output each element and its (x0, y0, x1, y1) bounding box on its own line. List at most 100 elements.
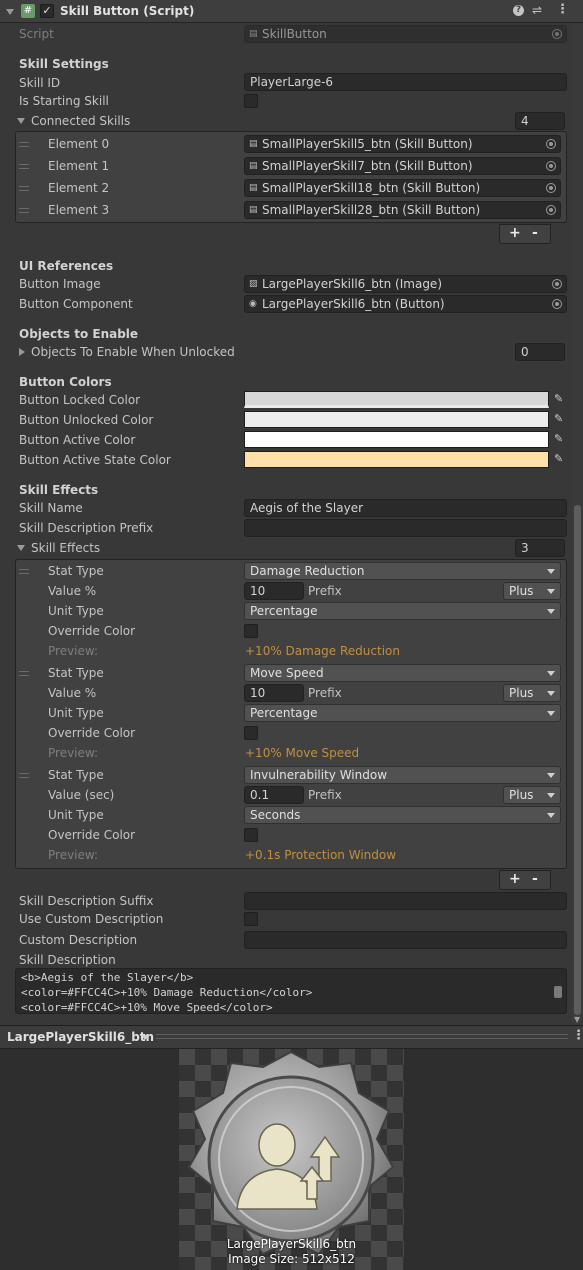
more-options-icon[interactable]: ⋮ (556, 2, 569, 17)
preview-image-size: Image Size: 512x512 (228, 1252, 355, 1266)
connected-skills-label[interactable]: Connected Skills (31, 114, 130, 128)
drag-handle-icon[interactable] (19, 569, 29, 574)
ui-references-heading: UI References (19, 259, 114, 273)
stat-type-dropdown[interactable]: Invulnerability Window (244, 766, 561, 784)
drag-handle-icon[interactable] (19, 186, 29, 191)
object-picker-icon[interactable] (552, 279, 562, 289)
custom-desc-label: Custom Description (19, 933, 138, 947)
unit-type-dropdown[interactable]: Percentage (244, 602, 561, 620)
unlocked-color-swatch[interactable] (244, 411, 549, 428)
skill-effects-size-input[interactable]: 3 (515, 539, 565, 557)
stat-type-label: Stat Type (48, 666, 104, 680)
skill-name-input[interactable]: Aegis of the Slayer (244, 499, 567, 517)
skill-id-input[interactable]: PlayerLarge-6 (244, 73, 567, 91)
preview-object-name[interactable]: LargePlayerSkill6_btn (7, 1030, 154, 1044)
override-color-checkbox[interactable] (244, 726, 258, 740)
preview-text: +10% Move Speed (245, 746, 360, 760)
element-3-field[interactable]: ▤ SmallPlayerSkill28_btn (Skill Button) (244, 201, 561, 219)
presets-icon[interactable]: ⇌ (532, 3, 542, 17)
connected-skills-foldout-icon[interactable] (17, 118, 25, 124)
element-2-field[interactable]: ▤ SmallPlayerSkill18_btn (Skill Button) (244, 179, 561, 197)
override-color-checkbox[interactable] (244, 624, 258, 638)
value-label: Value % (48, 686, 97, 700)
stat-type-dropdown[interactable]: Damage Reduction (244, 562, 561, 580)
button-component-label: Button Component (19, 297, 133, 311)
drag-handle-icon[interactable] (19, 671, 29, 676)
script-asset-icon: ▤ (249, 139, 258, 149)
active-color-swatch[interactable] (244, 431, 549, 448)
button-component-field[interactable]: ◉ LargePlayerSkill6_btn (Button) (244, 295, 567, 313)
is-starting-skill-checkbox[interactable] (244, 94, 258, 108)
eyedropper-icon[interactable]: ✎ (554, 413, 566, 425)
add-element-button[interactable]: + (509, 225, 521, 241)
textarea-scrollbar[interactable] (554, 986, 562, 998)
unit-type-label: Unit Type (48, 706, 104, 720)
locked-color-swatch[interactable] (244, 391, 549, 408)
preview-more-icon[interactable]: ⋮ (572, 1028, 583, 1043)
override-color-label: Override Color (48, 828, 136, 842)
override-color-checkbox[interactable] (244, 828, 258, 842)
unit-type-dropdown[interactable]: Seconds (244, 806, 561, 824)
objects-size-input[interactable]: 0 (515, 343, 565, 361)
unit-type-dropdown[interactable]: Percentage (244, 704, 561, 722)
button-image-field[interactable]: ▨ LargePlayerSkill6_btn (Image) (244, 275, 567, 293)
script-asset-icon: ▤ (249, 29, 258, 39)
remove-element-button[interactable]: - (532, 225, 538, 241)
preview-resize-handle[interactable] (156, 1034, 568, 1039)
button-component-icon: ◉ (249, 299, 257, 309)
desc-prefix-input[interactable] (244, 519, 567, 537)
object-picker-icon[interactable] (552, 299, 562, 309)
object-picker-icon[interactable] (546, 161, 556, 171)
element-0-value: SmallPlayerSkill5_btn (Skill Button) (262, 137, 473, 151)
drag-handle-icon[interactable] (19, 773, 29, 778)
prefix-label: Prefix (308, 788, 342, 802)
component-enabled-checkbox[interactable]: ✓ (40, 4, 54, 18)
drag-handle-icon[interactable] (19, 164, 29, 169)
inspector-scrollbar-thumb[interactable] (574, 505, 581, 1015)
use-custom-desc-checkbox[interactable] (244, 912, 258, 926)
prefix-dropdown[interactable]: Plus (503, 582, 561, 600)
value-input[interactable]: 0.1 (244, 786, 304, 804)
value-input[interactable]: 10 (244, 582, 304, 600)
stat-type-value: Invulnerability Window (250, 768, 388, 782)
prefix-dropdown[interactable]: Plus (503, 684, 561, 702)
desc-suffix-input[interactable] (244, 892, 567, 910)
object-picker-icon[interactable] (546, 205, 556, 215)
element-0-field[interactable]: ▤ SmallPlayerSkill5_btn (Skill Button) (244, 135, 561, 153)
custom-desc-input[interactable] (244, 931, 567, 949)
scroll-down-icon[interactable]: ▼ (574, 1015, 580, 1024)
connected-skills-size-input[interactable]: 4 (515, 112, 565, 130)
unlocked-color-label: Button Unlocked Color (19, 413, 154, 427)
skill-effects-heading: Skill Effects (19, 483, 99, 497)
objects-when-unlocked-label[interactable]: Objects To Enable When Unlocked (31, 345, 235, 359)
preview-label: Preview: (48, 644, 99, 658)
drag-handle-icon[interactable] (19, 208, 29, 213)
skill-effects-foldout-icon[interactable] (17, 545, 25, 551)
script-value: SkillButton (262, 27, 327, 41)
remove-effect-button[interactable]: - (532, 871, 538, 887)
help-icon[interactable]: ? (513, 5, 524, 16)
override-color-label: Override Color (48, 624, 136, 638)
eyedropper-icon[interactable]: ✎ (554, 453, 566, 465)
active-state-color-swatch[interactable] (244, 451, 549, 468)
objects-foldout-icon[interactable] (19, 348, 25, 356)
foldout-arrow-icon[interactable] (6, 9, 14, 15)
add-effect-button[interactable]: + (509, 871, 521, 887)
element-1-field[interactable]: ▤ SmallPlayerSkill7_btn (Skill Button) (244, 157, 561, 175)
script-asset-icon: ▤ (249, 205, 258, 215)
button-component-value: LargePlayerSkill6_btn (Button) (262, 297, 445, 311)
drag-handle-icon[interactable] (19, 142, 29, 147)
stat-type-dropdown[interactable]: Move Speed (244, 664, 561, 682)
object-picker-icon[interactable] (546, 139, 556, 149)
unit-type-value: Percentage (250, 604, 318, 618)
unit-type-label: Unit Type (48, 604, 104, 618)
prefix-dropdown[interactable]: Plus (503, 786, 561, 804)
element-3-label: Element 3 (48, 203, 110, 217)
object-picker-icon[interactable] (546, 183, 556, 193)
value-input[interactable]: 10 (244, 684, 304, 702)
button-image-label: Button Image (19, 277, 101, 291)
eyedropper-icon[interactable]: ✎ (554, 433, 566, 445)
eyedropper-icon[interactable]: ✎ (554, 393, 566, 405)
preview-dropdown-icon[interactable] (141, 1035, 149, 1040)
skill-effects-list-label[interactable]: Skill Effects (31, 541, 100, 555)
